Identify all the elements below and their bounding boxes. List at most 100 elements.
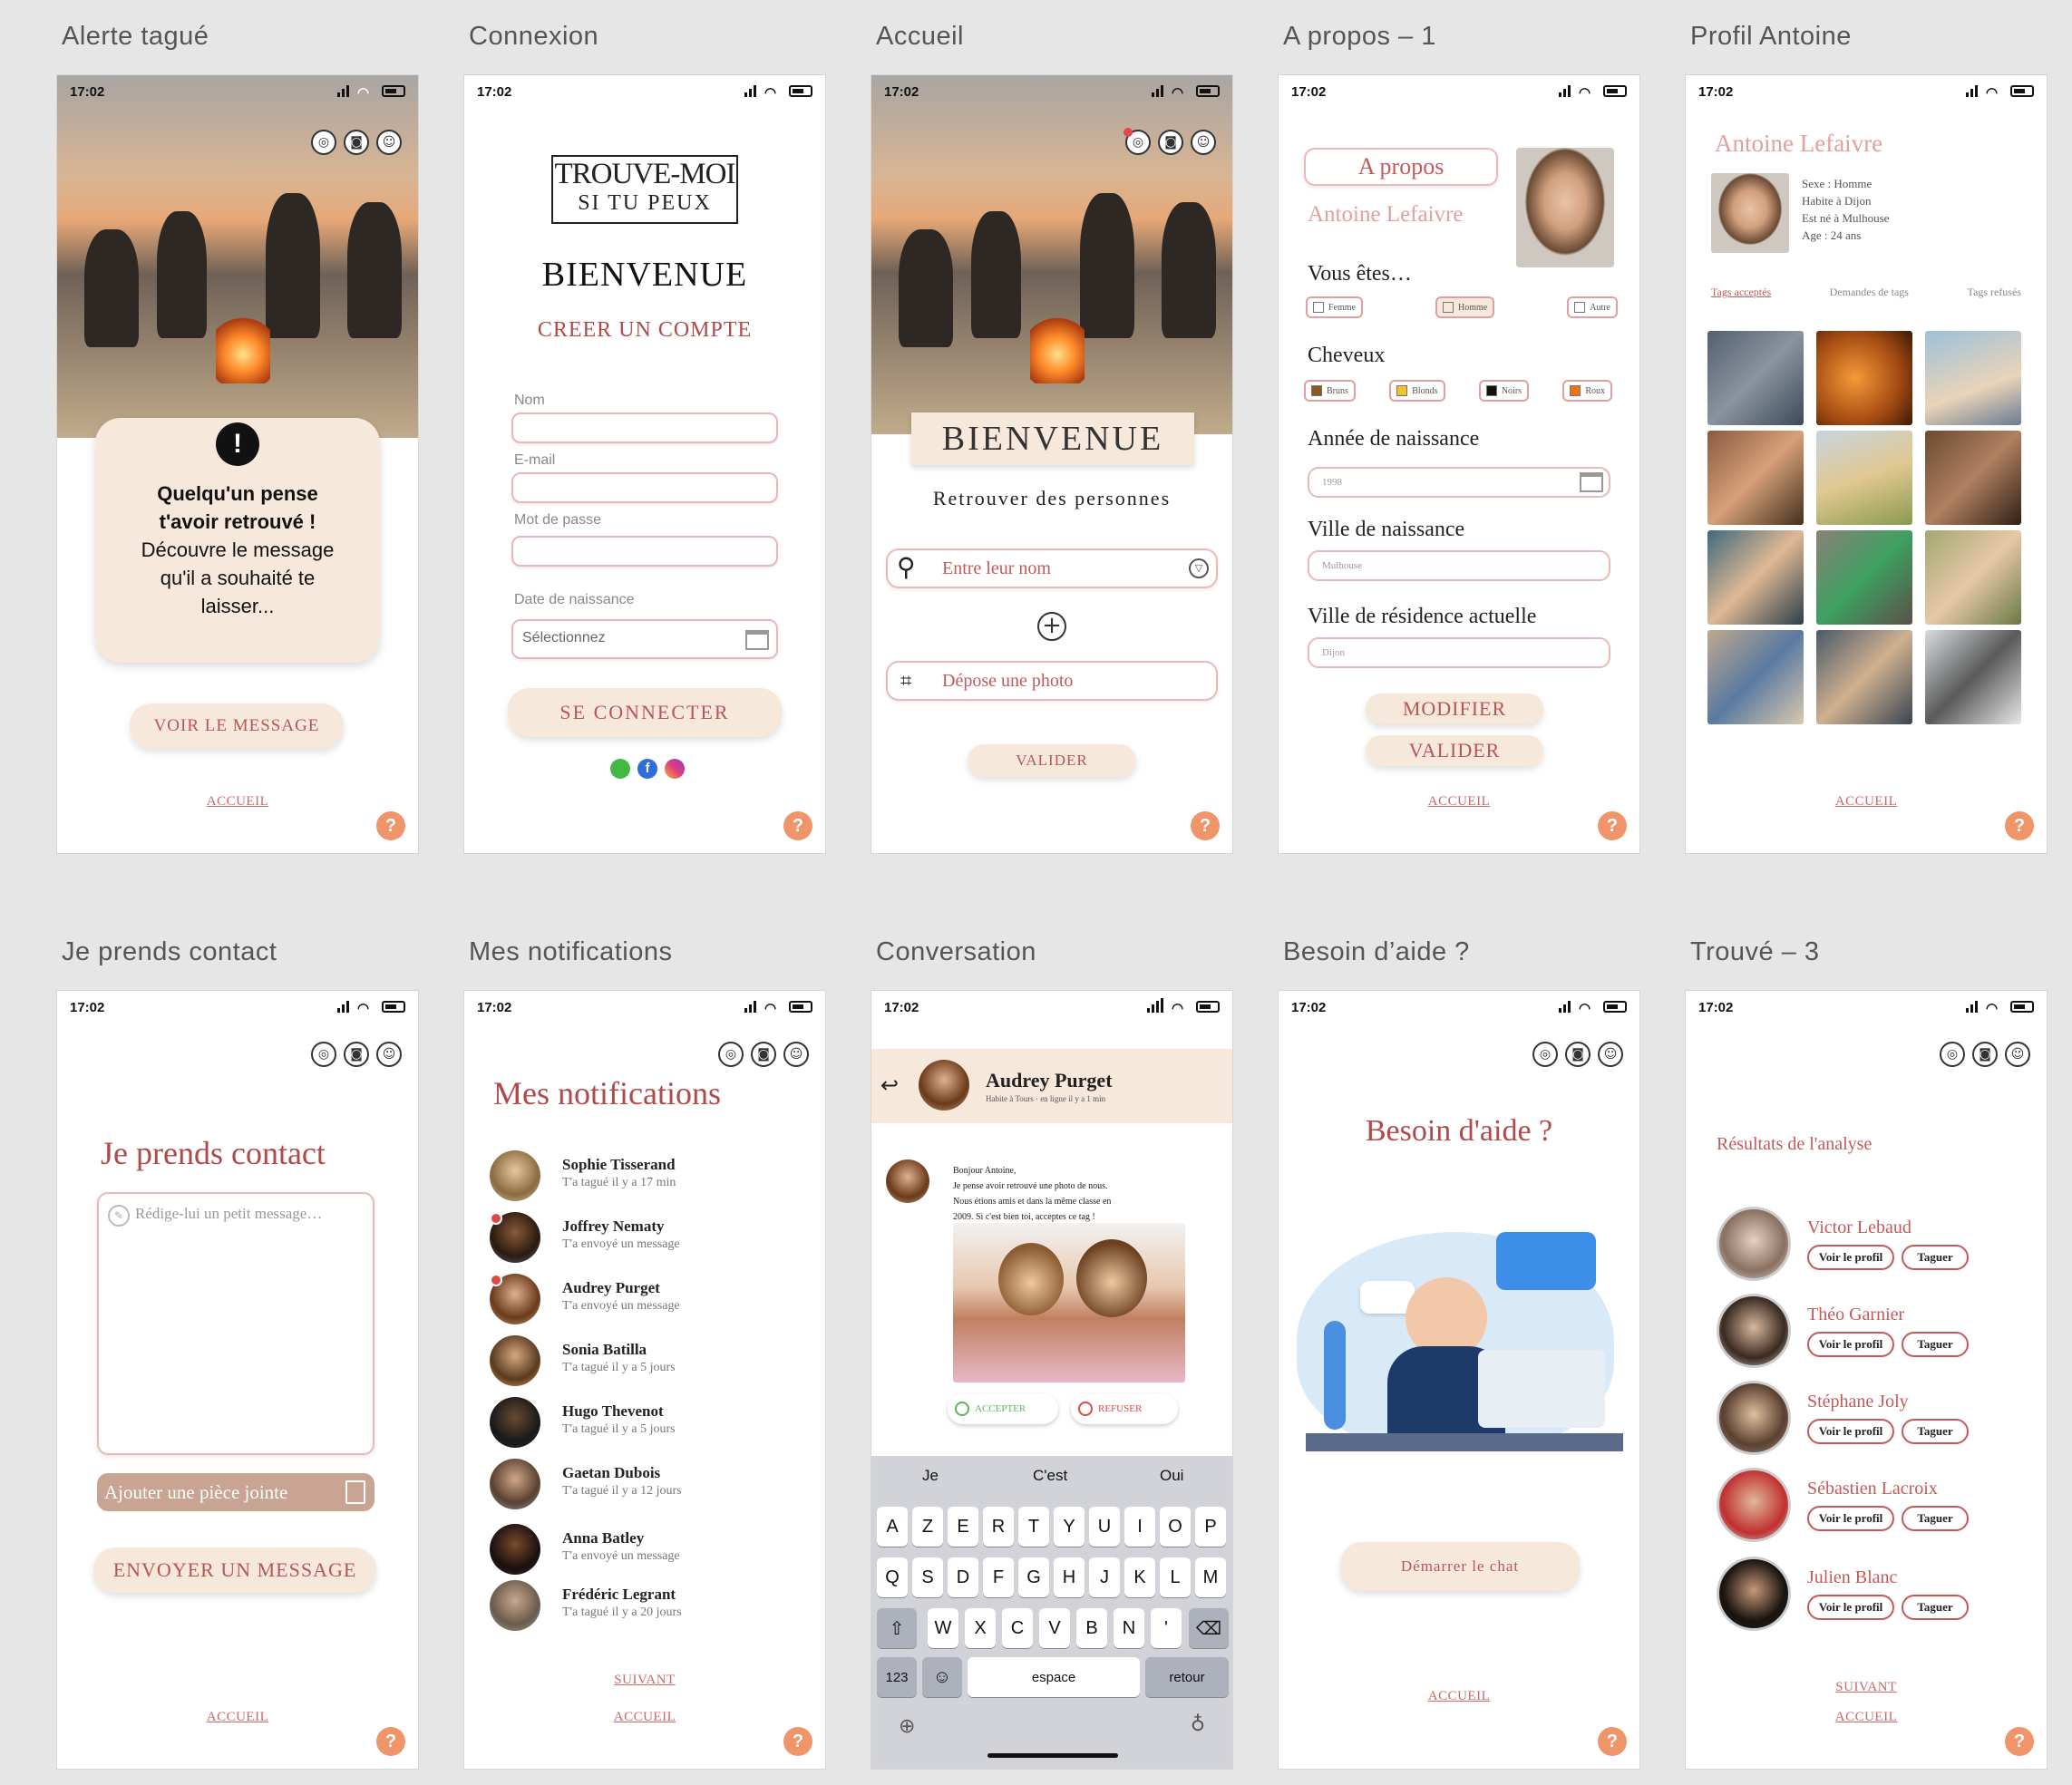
key-0-2[interactable]: E — [948, 1507, 978, 1547]
accueil-link[interactable]: ACCUEIL — [57, 1710, 418, 1725]
help-button[interactable]: ? — [1598, 1727, 1627, 1756]
list-item[interactable]: Audrey Purget T'a envoyé un message — [490, 1274, 807, 1328]
list-item[interactable]: Anna Batley T'a envoyé un message — [490, 1524, 807, 1578]
back-icon[interactable]: ↩ — [880, 1072, 899, 1098]
accueil-link[interactable]: ACCUEIL — [464, 1710, 825, 1725]
suggestion-1[interactable]: Je — [922, 1467, 939, 1485]
key-1-7[interactable]: K — [1124, 1557, 1155, 1597]
list-item[interactable]: Sonia Batilla T'a tagué il y a 5 jours — [490, 1335, 807, 1390]
tab-accepted-tags[interactable]: Tags acceptés — [1711, 286, 1771, 299]
profile-icon[interactable]: ☺ — [376, 1042, 402, 1067]
start-chat-button[interactable]: Démarrer le chat — [1340, 1542, 1580, 1591]
accueil-link[interactable]: ACCUEIL — [57, 794, 418, 810]
key-1-0[interactable]: Q — [877, 1557, 908, 1597]
key-2-4[interactable]: B — [1076, 1608, 1107, 1648]
camera-icon[interactable]: ◙ — [1972, 1042, 1998, 1067]
shift-key[interactable]: ⇧ — [877, 1608, 917, 1648]
refuse-button[interactable]: REFUSER — [1071, 1393, 1178, 1424]
send-message-button[interactable]: ENVOYER UN MESSAGE — [93, 1547, 376, 1593]
tag-button[interactable]: Taguer — [1902, 1332, 1969, 1357]
camera-icon[interactable]: ◙ — [344, 130, 369, 155]
camera-icon[interactable]: ◙ — [344, 1042, 369, 1067]
nom-input[interactable] — [511, 412, 778, 443]
validate-button[interactable]: VALIDER — [1366, 735, 1543, 766]
instagram-icon[interactable] — [665, 759, 685, 779]
help-button[interactable]: ? — [376, 1727, 405, 1756]
accueil-link[interactable]: ACCUEIL — [1279, 1689, 1639, 1704]
password-input[interactable] — [511, 536, 778, 567]
tag-photo[interactable] — [1925, 630, 2021, 724]
key-0-7[interactable]: I — [1124, 1507, 1155, 1547]
tag-photo[interactable] — [1816, 630, 1912, 724]
tag-photo[interactable] — [1925, 331, 2021, 425]
help-button[interactable]: ? — [1191, 811, 1220, 840]
accueil-link[interactable]: ACCUEIL — [1686, 1710, 2047, 1725]
list-item[interactable]: Hugo Thevenot T'a tagué il y a 5 jours — [490, 1397, 807, 1451]
key-0-4[interactable]: T — [1018, 1507, 1049, 1547]
email-input[interactable] — [511, 472, 778, 503]
notification-icon[interactable]: ◎ — [1940, 1042, 1965, 1067]
key-0-3[interactable]: R — [983, 1507, 1014, 1547]
notification-icon[interactable]: ◎ — [311, 130, 336, 155]
key-1-9[interactable]: M — [1195, 1557, 1226, 1597]
filter-icon[interactable]: ▽ — [1189, 558, 1209, 578]
accueil-link[interactable]: ACCUEIL — [1279, 794, 1639, 810]
emoji-key[interactable]: ☺ — [922, 1657, 962, 1697]
accueil-link[interactable]: ACCUEIL — [1686, 794, 2047, 810]
help-button[interactable]: ? — [2005, 811, 2034, 840]
camera-icon[interactable]: ◙ — [751, 1042, 776, 1067]
birth-city-input[interactable]: Mulhouse — [1308, 550, 1610, 581]
key-0-8[interactable]: O — [1160, 1507, 1191, 1547]
key-0-0[interactable]: A — [877, 1507, 908, 1547]
next-link[interactable]: SUIVANT — [464, 1673, 825, 1688]
list-item[interactable]: Frédéric Legrant T'a tagué il y a 20 jour… — [490, 1580, 807, 1635]
view-profile-button[interactable]: Voir le profil — [1807, 1332, 1894, 1357]
tag-photo[interactable] — [1816, 331, 1912, 425]
space-key[interactable]: espace — [968, 1657, 1140, 1697]
key-2-3[interactable]: V — [1039, 1608, 1070, 1648]
upload-photo-button[interactable]: ⌗ Dépose une photo — [886, 661, 1218, 701]
tag-photo[interactable] — [1707, 530, 1804, 625]
connect-button[interactable]: SE CONNECTER — [508, 688, 782, 737]
list-item[interactable]: Sophie Tisserand T'a tagué il y a 17 min — [490, 1150, 807, 1205]
help-button[interactable]: ? — [1598, 811, 1627, 840]
key-1-8[interactable]: L — [1160, 1557, 1191, 1597]
hair-bruns[interactable]: Bruns — [1304, 380, 1356, 402]
profile-icon[interactable]: ☺ — [2005, 1042, 2030, 1067]
message-textarea[interactable]: ✎ Rédige-lui un petit message… — [97, 1192, 375, 1455]
tag-button[interactable]: Taguer — [1902, 1245, 1969, 1270]
delete-key[interactable]: ⌫ — [1189, 1608, 1229, 1648]
next-link[interactable]: SUIVANT — [1686, 1680, 2047, 1695]
help-button[interactable]: ? — [783, 811, 812, 840]
residence-input[interactable]: Dijon — [1308, 637, 1610, 668]
notification-icon[interactable]: ◎ — [1532, 1042, 1558, 1067]
birthdate-select[interactable]: Sélectionnez — [511, 619, 778, 659]
list-item[interactable]: Joffrey Nematy T'a envoyé un message — [490, 1212, 807, 1266]
key-0-6[interactable]: U — [1089, 1507, 1120, 1547]
profile-icon[interactable]: ☺ — [783, 1042, 809, 1067]
suggestion-2[interactable]: C'est — [1033, 1467, 1067, 1485]
key-1-5[interactable]: H — [1054, 1557, 1085, 1597]
profile-icon[interactable]: ☺ — [376, 130, 402, 155]
tag-button[interactable]: Taguer — [1902, 1419, 1969, 1444]
view-profile-button[interactable]: Voir le profil — [1807, 1245, 1894, 1270]
birth-year-input[interactable]: 1998 — [1308, 467, 1610, 498]
add-icon[interactable]: + — [1037, 612, 1066, 641]
camera-icon[interactable]: ◙ — [1565, 1042, 1590, 1067]
tag-button[interactable]: Taguer — [1902, 1595, 1969, 1620]
key-0-9[interactable]: P — [1195, 1507, 1226, 1547]
tag-photo[interactable] — [1707, 431, 1804, 525]
attach-file-button[interactable]: Ajouter une pièce jointe — [97, 1473, 375, 1511]
validate-button[interactable]: VALIDER — [968, 744, 1136, 777]
key-0-5[interactable]: Y — [1054, 1507, 1085, 1547]
key-2-2[interactable]: C — [1002, 1608, 1033, 1648]
hair-noirs[interactable]: Noirs — [1478, 380, 1530, 402]
whatsapp-icon[interactable] — [610, 759, 630, 779]
hair-roux[interactable]: Roux — [1562, 380, 1612, 402]
gender-homme[interactable]: Homme — [1435, 296, 1495, 318]
return-key[interactable]: retour — [1145, 1657, 1229, 1697]
tag-photo[interactable] — [1707, 630, 1804, 724]
key-1-4[interactable]: G — [1018, 1557, 1049, 1597]
tag-photo[interactable] — [1816, 530, 1912, 625]
camera-icon[interactable]: ◙ — [1158, 130, 1183, 155]
